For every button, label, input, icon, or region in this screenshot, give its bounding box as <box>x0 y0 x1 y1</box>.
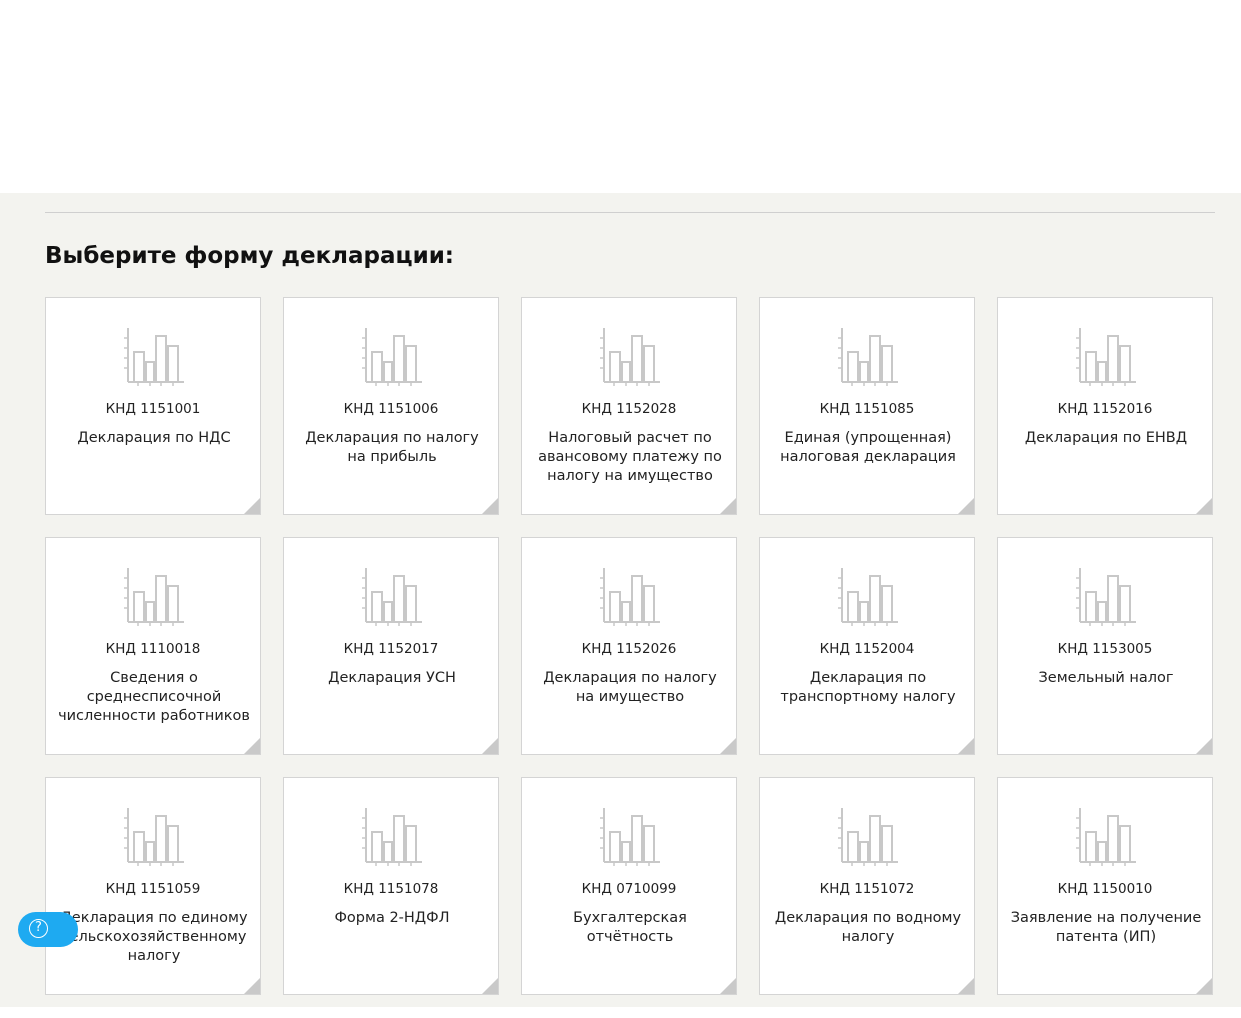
card-fold-corner <box>482 738 498 754</box>
form-title: Сведения о среднесписочной численности р… <box>58 670 250 724</box>
page-bottom-area <box>0 1007 1241 1018</box>
form-code: КНД 1151006 <box>343 401 439 417</box>
card-fold-corner <box>958 738 974 754</box>
bar-chart-icon <box>1076 328 1136 386</box>
declaration-card[interactable]: КНД 1151059 Декларация по единому сельско… <box>45 777 261 995</box>
card-fold-corner <box>244 978 260 994</box>
form-title: Налоговый расчет по авансовому платежу п… <box>538 430 722 484</box>
declaration-card[interactable]: КНД 1150010 Заявление на получение патент… <box>997 777 1213 995</box>
bar-chart-icon <box>838 568 898 626</box>
bar-chart-icon <box>600 328 660 386</box>
help-button[interactable]: ? <box>18 912 78 947</box>
page-title: Выберите форму декларации: <box>45 243 455 269</box>
card-fold-corner <box>1196 498 1212 514</box>
page-top-area <box>0 0 1241 193</box>
declaration-card[interactable]: КНД 0710099 Бухгалтерская отчётность <box>521 777 737 995</box>
form-title: Заявление на получение патента (ИП) <box>1010 910 1202 945</box>
form-title: Декларация по водному налогу <box>774 910 962 945</box>
card-fold-corner <box>1196 738 1212 754</box>
declaration-section: Выберите форму декларации: КНД 1151001 Де… <box>0 193 1241 1007</box>
declaration-card[interactable]: КНД 1151072 Декларация по водному налогу <box>759 777 975 995</box>
form-code: КНД 1152017 <box>343 641 439 657</box>
declaration-card[interactable]: КНД 1151078 Форма 2-НДФЛ <box>283 777 499 995</box>
form-code: КНД 1150010 <box>1057 881 1153 897</box>
form-title: Декларация по НДС <box>77 430 231 446</box>
form-code: КНД 1152004 <box>819 641 915 657</box>
card-fold-corner <box>244 738 260 754</box>
form-code: КНД 1151072 <box>819 881 915 897</box>
form-title: Бухгалтерская отчётность <box>573 910 687 945</box>
form-title: Единая (упрощенная) налоговая декларация <box>780 430 956 465</box>
bar-chart-icon <box>838 328 898 386</box>
bar-chart-icon <box>124 328 184 386</box>
question-icon: ? <box>29 919 48 938</box>
bar-chart-icon <box>838 808 898 866</box>
card-fold-corner <box>244 498 260 514</box>
form-code: КНД 1152026 <box>581 641 677 657</box>
declaration-card[interactable]: КНД 1153005 Земельный налог <box>997 537 1213 755</box>
form-code: КНД 1152028 <box>581 401 677 417</box>
card-fold-corner <box>720 978 736 994</box>
form-code: КНД 1151059 <box>105 881 201 897</box>
bar-chart-icon <box>1076 808 1136 866</box>
section-divider <box>45 212 1215 213</box>
bar-chart-icon <box>362 328 422 386</box>
bar-chart-icon <box>1076 568 1136 626</box>
form-code: КНД 1151085 <box>819 401 915 417</box>
card-fold-corner <box>720 498 736 514</box>
form-title: Земельный налог <box>1038 670 1174 686</box>
card-fold-corner <box>482 978 498 994</box>
form-code: КНД 0710099 <box>581 881 677 897</box>
form-code: КНД 1151078 <box>343 881 439 897</box>
card-fold-corner <box>720 738 736 754</box>
form-title: Декларация по единому сельскохозяйственн… <box>60 910 248 964</box>
bar-chart-icon <box>362 568 422 626</box>
bar-chart-icon <box>362 808 422 866</box>
declaration-card[interactable]: КНД 1152004 Декларация по транспортному н… <box>759 537 975 755</box>
declaration-card[interactable]: КНД 1152028 Налоговый расчет по авансовом… <box>521 297 737 515</box>
card-fold-corner <box>958 978 974 994</box>
form-code: КНД 1110018 <box>105 641 201 657</box>
declaration-card[interactable]: КНД 1151001 Декларация по НДС <box>45 297 261 515</box>
form-code: КНД 1152016 <box>1057 401 1153 417</box>
declaration-card[interactable]: КНД 1110018 Сведения о среднесписочной чи… <box>45 537 261 755</box>
form-title: Декларация по транспортному налогу <box>780 670 956 705</box>
card-fold-corner <box>958 498 974 514</box>
bar-chart-icon <box>600 568 660 626</box>
form-title: Форма 2-НДФЛ <box>334 910 450 926</box>
form-title: Декларация по ЕНВД <box>1024 430 1188 446</box>
bar-chart-icon <box>124 568 184 626</box>
declaration-card[interactable]: КНД 1152026 Декларация по налогу на имуще… <box>521 537 737 755</box>
form-code: КНД 1151001 <box>105 401 201 417</box>
declaration-card[interactable]: КНД 1152017 Декларация УСН <box>283 537 499 755</box>
declaration-card[interactable]: КНД 1152016 Декларация по ЕНВД <box>997 297 1213 515</box>
form-title: Декларация по налогу на имущество <box>543 670 717 705</box>
form-title: Декларация УСН <box>328 670 456 686</box>
bar-chart-icon <box>600 808 660 866</box>
card-fold-corner <box>1196 978 1212 994</box>
declaration-card[interactable]: КНД 1151085 Единая (упрощенная) налоговая… <box>759 297 975 515</box>
bar-chart-icon <box>124 808 184 866</box>
declaration-card[interactable]: КНД 1151006 Декларация по налогу на прибы… <box>283 297 499 515</box>
form-title: Декларация по налогу на прибыль <box>305 430 479 465</box>
card-fold-corner <box>482 498 498 514</box>
form-code: КНД 1153005 <box>1057 641 1153 657</box>
